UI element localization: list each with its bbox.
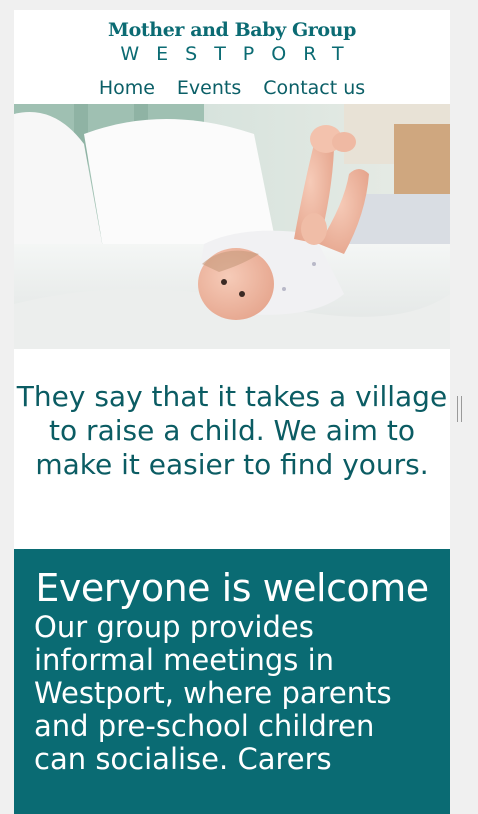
site-title[interactable]: Mother and Baby Group: [14, 20, 450, 40]
welcome-body: Our group provides informal meetings in …: [34, 610, 392, 776]
main-nav: Home Events Contact us: [14, 75, 450, 101]
nav-events-link[interactable]: Events: [177, 75, 241, 101]
page: Mother and Baby Group WESTPORT Home Even…: [14, 10, 450, 814]
intro-quote: They say that it takes a village to rais…: [16, 380, 448, 481]
nav-home-link[interactable]: Home: [99, 75, 155, 101]
hero-image: [14, 104, 450, 349]
welcome-section: Everyone is welcome Our group provides i…: [14, 549, 450, 814]
site-header: Mother and Baby Group WESTPORT Home Even…: [14, 10, 450, 101]
scrollbar-handle[interactable]: [457, 396, 462, 422]
nav-contact-link[interactable]: Contact us: [263, 75, 365, 101]
site-subtitle: WESTPORT: [120, 43, 361, 65]
